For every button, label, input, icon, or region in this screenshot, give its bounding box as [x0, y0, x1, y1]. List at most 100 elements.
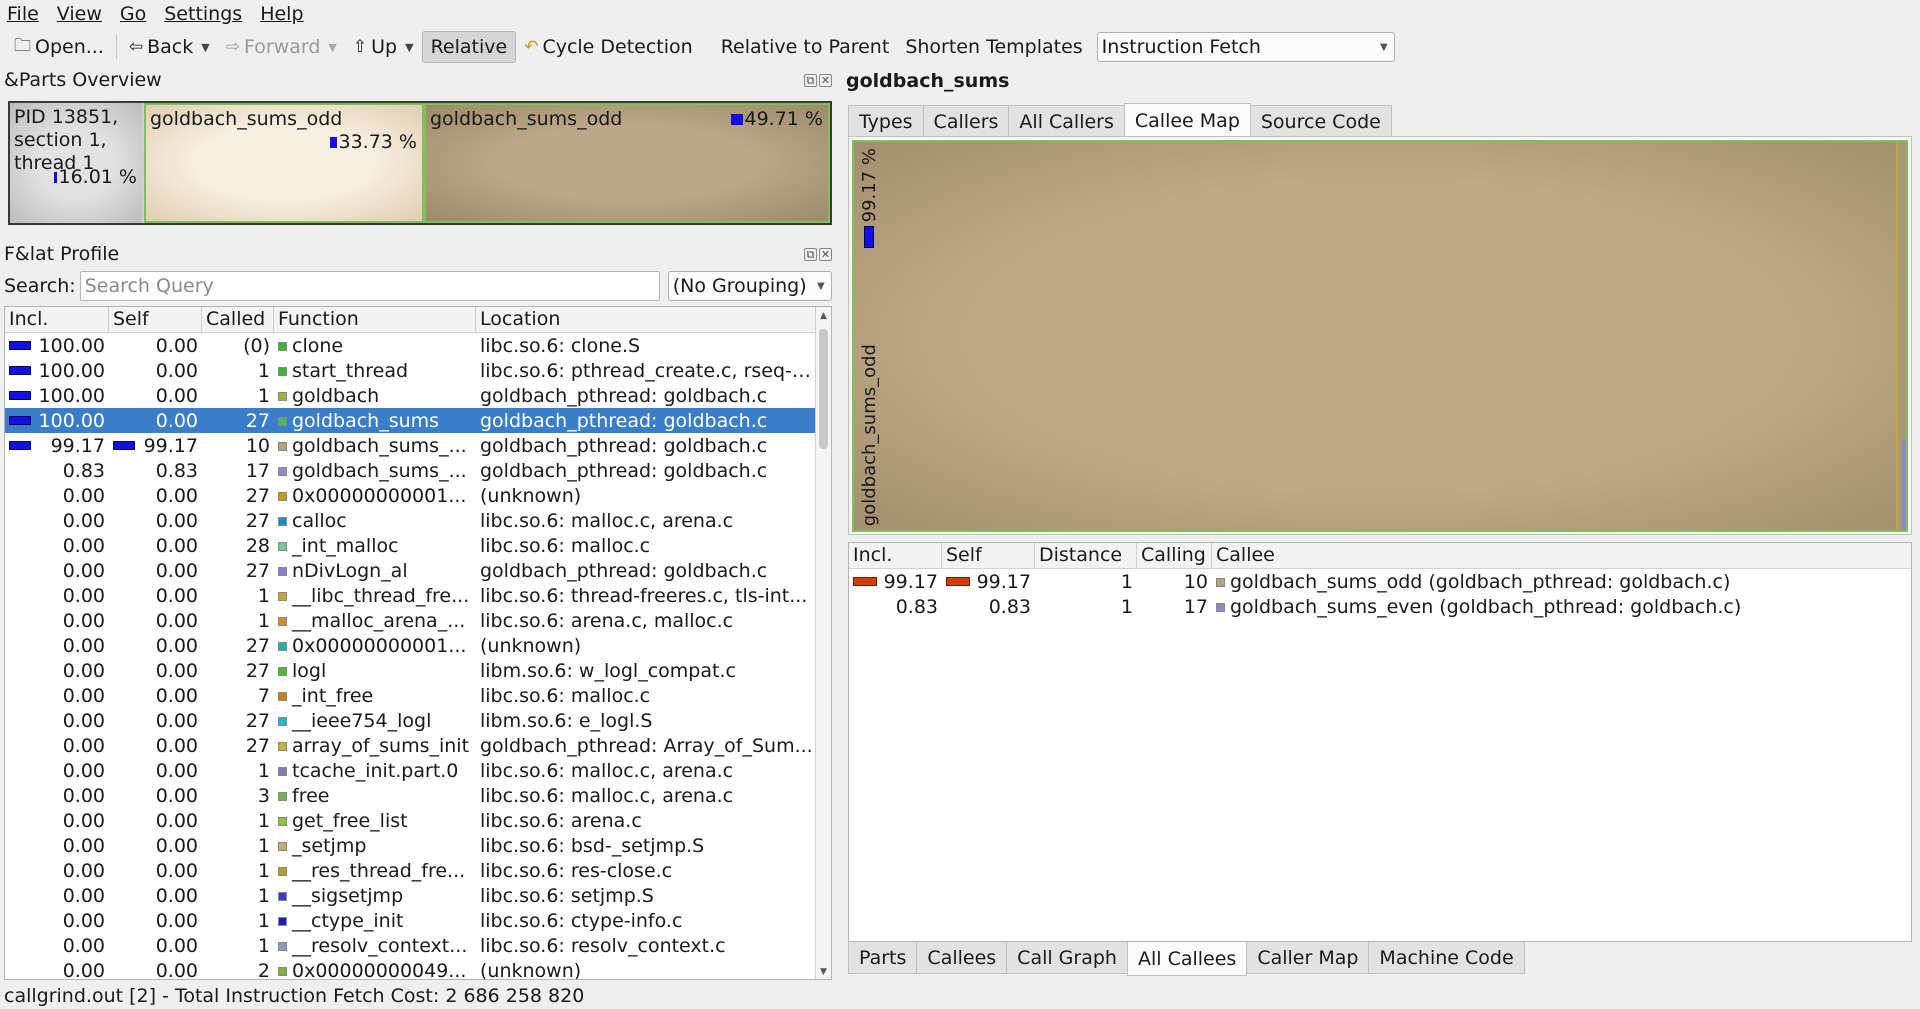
- table-row[interactable]: 100.00 0.00 (0) clone libc.so.6: clone.S: [5, 333, 831, 358]
- table-row[interactable]: 100.00 0.00 1 goldbach goldbach_pthread: gol…: [5, 383, 831, 408]
- cell-called: 1: [257, 359, 270, 382]
- tab-callee-map[interactable]: Callee Map: [1123, 103, 1251, 137]
- tab-call-graph[interactable]: Call Graph: [1006, 942, 1128, 974]
- table-row[interactable]: 0.00 0.00 1 get_free_list libc.so.6: arena.c: [5, 808, 831, 833]
- tab-callers[interactable]: Callers: [922, 105, 1010, 137]
- cell-called: 17: [245, 459, 270, 482]
- tab-types[interactable]: Types: [848, 105, 924, 137]
- cycle-detection-toggle[interactable]: ↶ Cycle Detection: [516, 31, 701, 63]
- float-icon[interactable]: ⧉: [804, 73, 817, 87]
- scroll-up-icon[interactable]: ▲: [816, 311, 831, 321]
- column-calling[interactable]: Calling: [1137, 543, 1212, 568]
- back-dropdown-icon[interactable]: ▼: [201, 41, 209, 54]
- scrollbar-thumb[interactable]: [819, 329, 828, 449]
- table-row[interactable]: 0.00 0.00 28 _int_malloc libc.so.6: malloc.c: [5, 533, 831, 558]
- tab-source-code[interactable]: Source Code: [1249, 105, 1392, 137]
- parts-overview-map[interactable]: PID 13851, section 1, thread 1 16.01 % g…: [8, 101, 832, 225]
- forward-button[interactable]: ⇨ Forward: [218, 31, 329, 63]
- tab-machine-code[interactable]: Machine Code: [1368, 942, 1525, 974]
- back-button[interactable]: ⇦ Back: [121, 31, 201, 63]
- search-input[interactable]: [79, 271, 660, 301]
- callee-row[interactable]: 99.17 99.17 1 10 goldbach_sums_odd (goldbach…: [849, 569, 1911, 594]
- table-row[interactable]: 0.00 0.00 2 0x00000000049... (unknown): [5, 958, 831, 980]
- table-row[interactable]: 0.00 0.00 1 __sigsetjmp libc.so.6: setjmp.S: [5, 883, 831, 908]
- up-dropdown-icon[interactable]: ▼: [405, 41, 413, 54]
- callees-body: 99.17 99.17 1 10 goldbach_sums_odd (goldbach…: [849, 569, 1911, 619]
- table-row[interactable]: 0.00 0.00 27 array_of_sums_init goldbach_pth…: [5, 733, 831, 758]
- part-thread[interactable]: PID 13851, section 1, thread 1 16.01 %: [10, 103, 142, 223]
- menu-help[interactable]: Help: [257, 3, 306, 25]
- table-row[interactable]: 100.00 0.00 27 goldbach_sums goldbach_pthrea…: [5, 408, 831, 433]
- menu-view[interactable]: View: [54, 3, 105, 25]
- menu-file[interactable]: File: [4, 3, 42, 25]
- table-row[interactable]: 0.83 0.83 17 goldbach_sums_... goldbach_pthr…: [5, 458, 831, 483]
- table-row[interactable]: 0.00 0.00 7 _int_free libc.so.6: malloc.c: [5, 683, 831, 708]
- table-row[interactable]: 99.17 99.17 10 goldbach_sums_... goldbach_pt…: [5, 433, 831, 458]
- column-distance[interactable]: Distance: [1035, 543, 1137, 568]
- tab-all-callers[interactable]: All Callers: [1008, 105, 1125, 137]
- up-button[interactable]: ⇧ Up: [345, 31, 405, 63]
- grouping-select[interactable]: (No Grouping) ▼: [667, 271, 832, 301]
- column-location[interactable]: Location: [476, 307, 819, 332]
- table-row[interactable]: 0.00 0.00 27 __ieee754_logl libm.so.6: e_log…: [5, 708, 831, 733]
- tab-all-callees[interactable]: All Callees: [1126, 942, 1248, 976]
- table-row[interactable]: 0.00 0.00 1 __malloc_arena_... libc.so.6: ar…: [5, 608, 831, 633]
- table-row[interactable]: 0.00 0.00 3 free libc.so.6: malloc.c, arena.…: [5, 783, 831, 808]
- table-row[interactable]: 0.00 0.00 1 _setjmp libc.so.6: bsd-_setjmp.S: [5, 833, 831, 858]
- column-function[interactable]: Function: [274, 307, 476, 332]
- cell-incl: 0.00: [62, 584, 105, 607]
- cell-self: 0.00: [155, 359, 198, 382]
- table-row[interactable]: 0.00 0.00 27 0x00000000001... (unknown): [5, 633, 831, 658]
- relative-to-parent-toggle[interactable]: Relative to Parent: [713, 31, 898, 63]
- cell-location: libc.so.6: setjmp.S: [480, 884, 654, 907]
- part-goldbach-sums-odd-1[interactable]: goldbach_sums_odd 33.73 %: [144, 103, 424, 223]
- event-type-select[interactable]: Instruction Fetch ▼: [1096, 32, 1395, 62]
- function-color-icon: [278, 866, 287, 876]
- close-icon[interactable]: ✕: [819, 73, 832, 87]
- column-self[interactable]: Self: [942, 543, 1035, 568]
- tab-callees[interactable]: Callees: [916, 942, 1008, 974]
- dock-buttons: ⧉ ✕: [804, 247, 832, 261]
- toolbar: 🗀 Open... ⇦ Back ▼ ⇨ Forward ▼ ⇧ Up ▼ Re…: [0, 28, 1920, 66]
- float-icon[interactable]: ⧉: [804, 247, 817, 261]
- function-color-icon: [1216, 577, 1225, 587]
- menu-settings[interactable]: Settings: [161, 3, 245, 25]
- column-incl[interactable]: Incl.: [849, 543, 942, 568]
- table-row[interactable]: 0.00 0.00 1 __res_thread_fre... libc.so.6: r…: [5, 858, 831, 883]
- callee-row[interactable]: 0.83 0.83 1 17 goldbach_sums_even (goldbach_…: [849, 594, 1911, 619]
- function-color-icon: [278, 391, 287, 401]
- table-row[interactable]: 100.00 0.00 1 start_thread libc.so.6: pthrea…: [5, 358, 831, 383]
- table-row[interactable]: 0.00 0.00 1 tcache_init.part.0 libc.so.6: ma…: [5, 758, 831, 783]
- table-row[interactable]: 0.00 0.00 27 nDivLogn_al goldbach_pthread: g…: [5, 558, 831, 583]
- table-row[interactable]: 0.00 0.00 27 calloc libc.so.6: malloc.c, are…: [5, 508, 831, 533]
- column-callee[interactable]: Callee: [1212, 543, 1911, 568]
- percent-bar: [53, 172, 57, 183]
- vertical-scrollbar[interactable]: ▲ ▼: [815, 307, 831, 979]
- function-color-icon: [278, 366, 287, 376]
- column-self[interactable]: Self: [109, 307, 202, 332]
- column-incl[interactable]: Incl.: [5, 307, 109, 332]
- tab-caller-map[interactable]: Caller Map: [1246, 942, 1370, 974]
- cell-location: libc.so.6: res-close.c: [480, 859, 673, 882]
- callee-map-odd-block[interactable]: 99.17 % goldbach_sums_odd: [852, 140, 1908, 532]
- callee-map-even-block[interactable]: [1896, 142, 1906, 530]
- open-button[interactable]: 🗀 Open...: [6, 31, 112, 63]
- shorten-templates-toggle[interactable]: Shorten Templates: [897, 31, 1090, 63]
- cell-function: __sigsetjmp: [274, 885, 476, 907]
- menu-go[interactable]: Go: [117, 3, 149, 25]
- table-row[interactable]: 0.00 0.00 27 0x00000000001... (unknown): [5, 483, 831, 508]
- forward-dropdown-icon[interactable]: ▼: [328, 41, 336, 54]
- scroll-down-icon[interactable]: ▼: [816, 967, 831, 977]
- callees-header: Incl. Self Distance Calling Callee: [849, 543, 1911, 569]
- table-row[interactable]: 0.00 0.00 1 __ctype_init libc.so.6: ctype-in…: [5, 908, 831, 933]
- tab-parts[interactable]: Parts: [848, 942, 918, 974]
- table-row[interactable]: 0.00 0.00 1 __libc_thread_fre... libc.so.6: …: [5, 583, 831, 608]
- cell-self: 0.00: [155, 634, 198, 657]
- table-row[interactable]: 0.00 0.00 1 __resolv_context... libc.so.6: r…: [5, 933, 831, 958]
- close-icon[interactable]: ✕: [819, 247, 832, 261]
- column-called[interactable]: Called: [202, 307, 274, 332]
- part-goldbach-sums-odd-2[interactable]: goldbach_sums_odd 49.71 %: [424, 103, 830, 223]
- relative-toggle[interactable]: Relative: [421, 31, 517, 63]
- table-row[interactable]: 0.00 0.00 27 logl libm.so.6: w_logl_compat.c: [5, 658, 831, 683]
- callee-map-small-block[interactable]: [1902, 440, 1906, 530]
